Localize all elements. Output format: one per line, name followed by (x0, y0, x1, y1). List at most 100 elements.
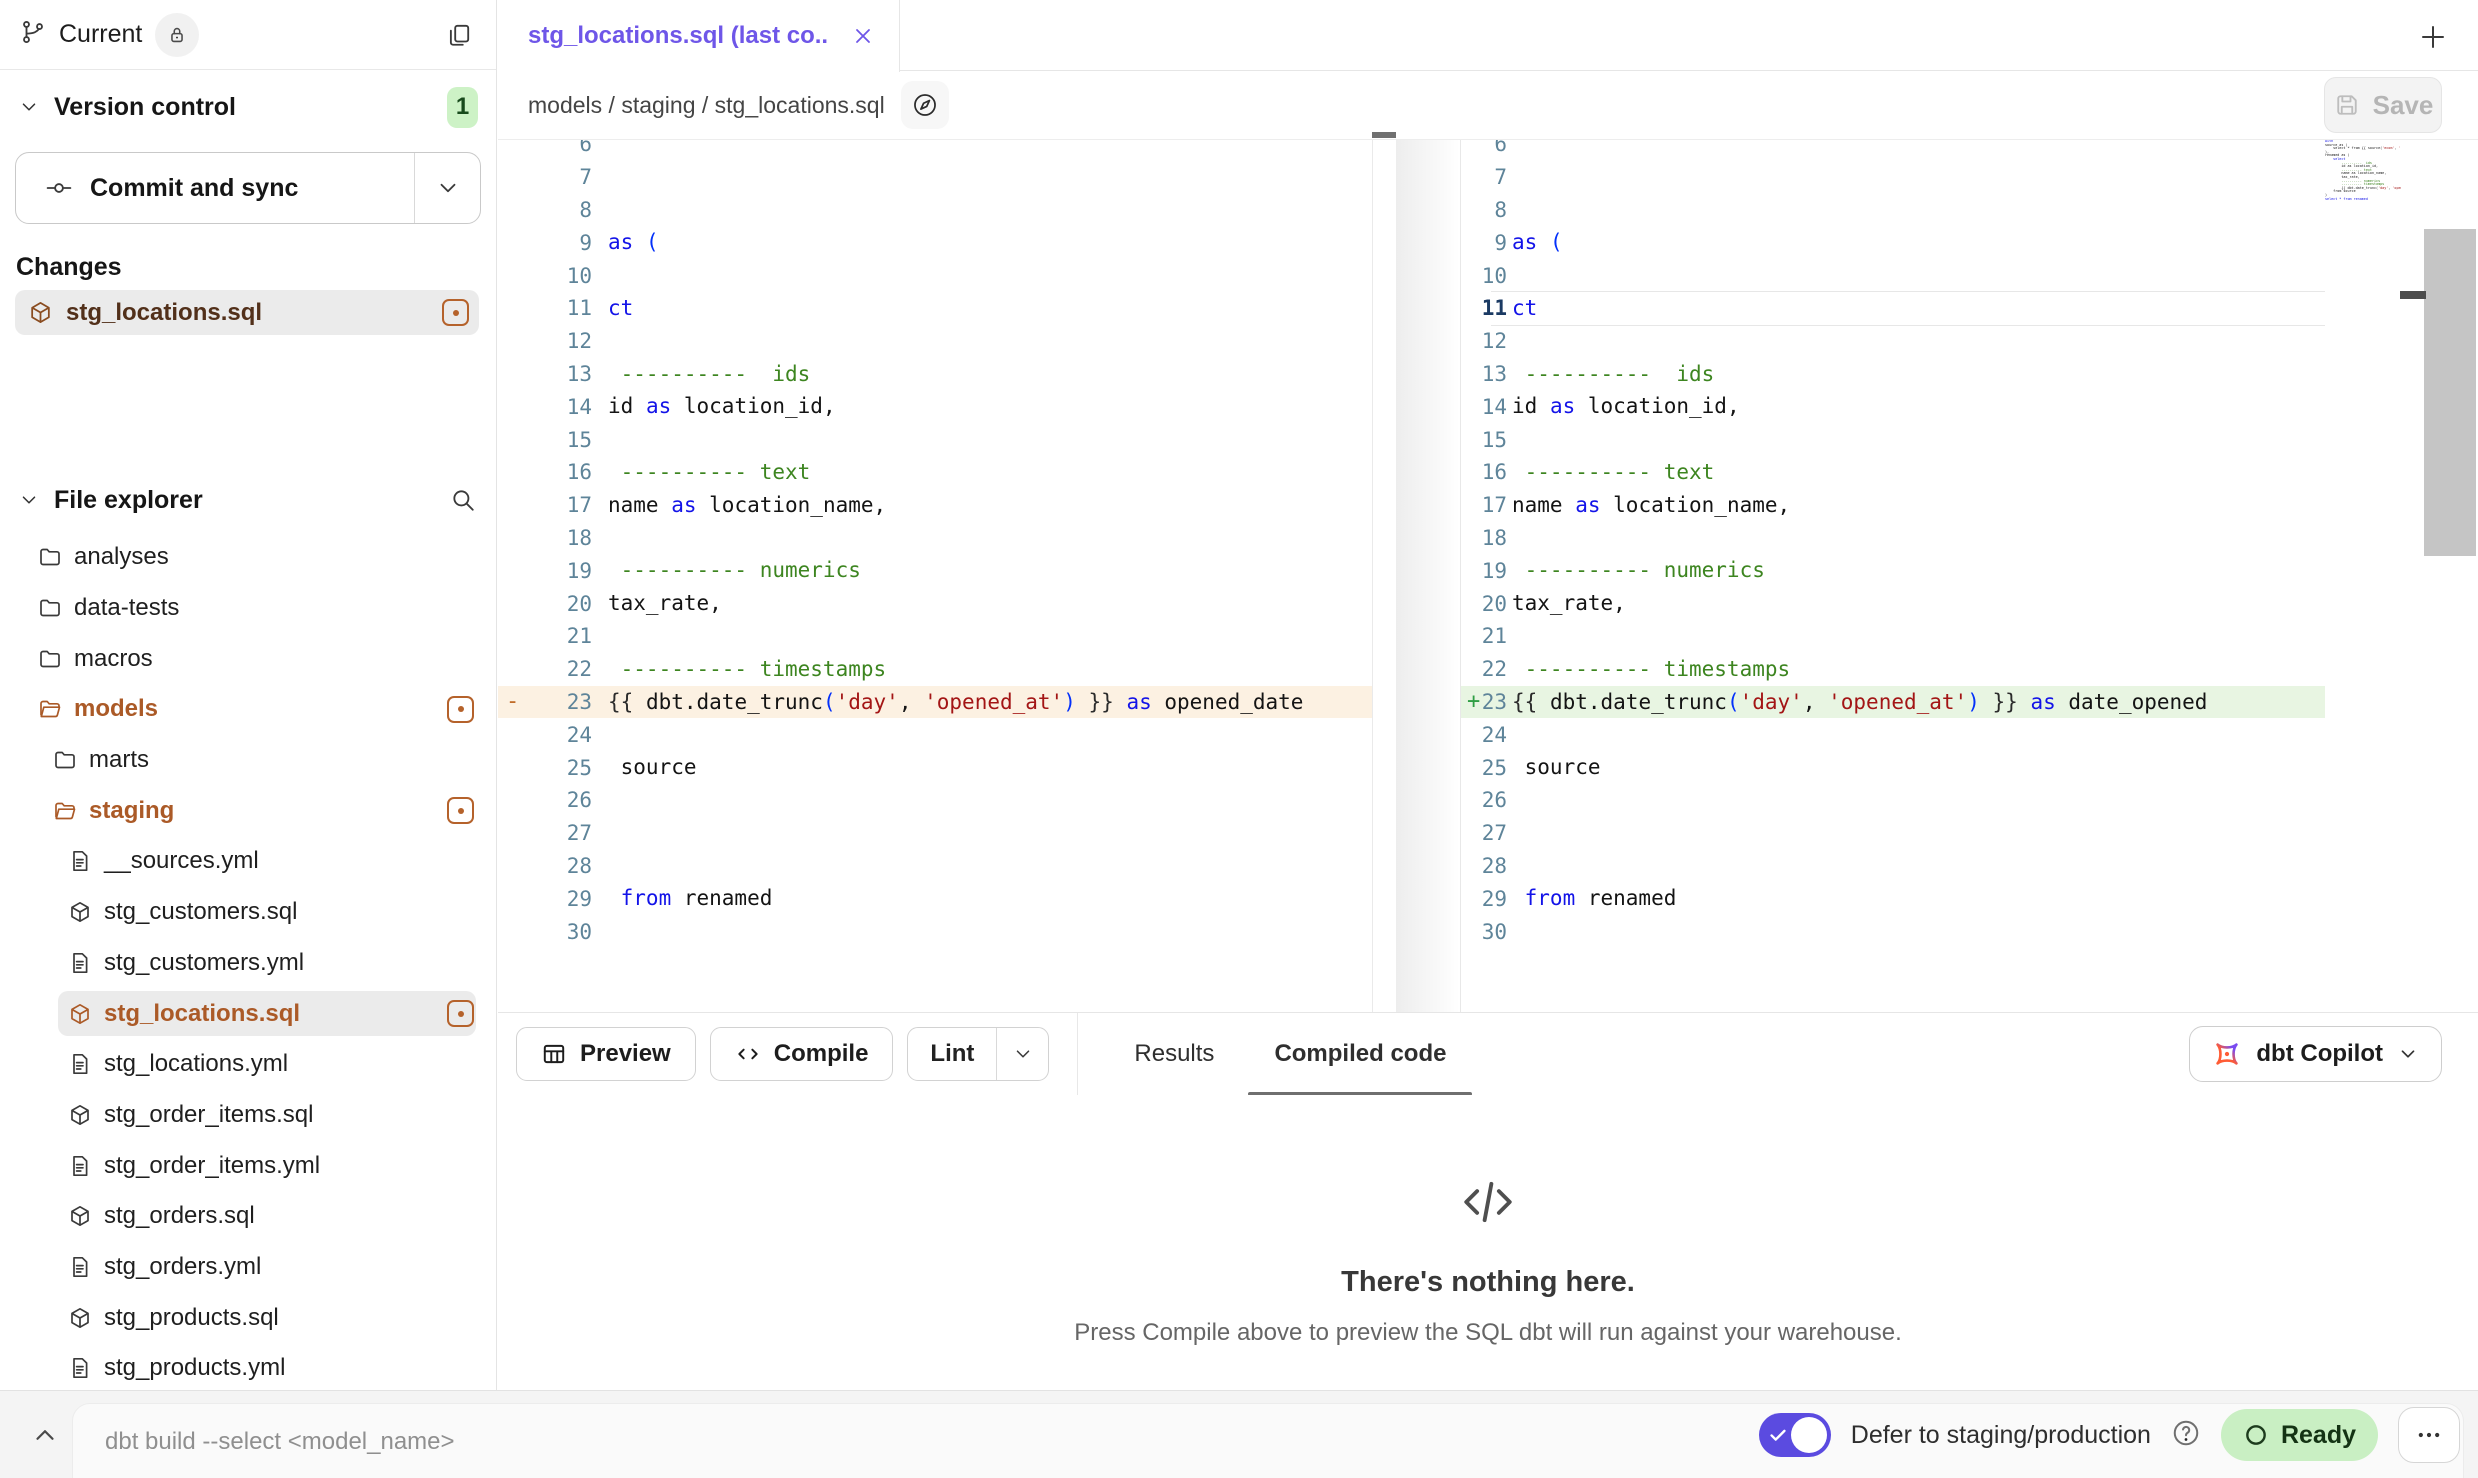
save-button[interactable]: Save (2324, 77, 2442, 133)
line-number: 25 (1481, 756, 1507, 780)
code-line-original-9[interactable]: .9as ( (498, 226, 1372, 259)
tree-item-stg_customers.sql[interactable]: stg_customers.sql (0, 887, 496, 938)
code-line-original-24[interactable]: .24 (498, 718, 1372, 751)
vertical-scrollbar[interactable] (2424, 229, 2476, 556)
more-options-button[interactable] (2398, 1407, 2460, 1463)
code-line-modified-20[interactable]: .20tax_rate, (1461, 587, 2325, 620)
code-line-original-30[interactable]: .30 (498, 915, 1372, 948)
tree-item-stg_order_items.yml[interactable]: stg_order_items.yml (0, 1140, 496, 1191)
code-line-original-21[interactable]: .21 (498, 620, 1372, 653)
tree-item-staging[interactable]: staging (0, 785, 496, 836)
expand-command-bar-button[interactable] (24, 1419, 66, 1451)
tree-item-stg_customers.yml[interactable]: stg_customers.yml (0, 938, 496, 989)
code-line-modified-19[interactable]: .19 ---------- numerics (1461, 554, 2325, 587)
code-line-modified-15[interactable]: .15 (1461, 423, 2325, 456)
tree-item-stg_products.sql[interactable]: stg_products.sql (0, 1292, 496, 1343)
code-line-modified-18[interactable]: .18 (1461, 522, 2325, 555)
code-line-modified-17[interactable]: .17name as location_name, (1461, 489, 2325, 522)
code-line-modified-14[interactable]: .14id as location_id, (1461, 390, 2325, 423)
code-line-modified-23[interactable]: +23{{ dbt.date_trunc('day', 'opened_at')… (1461, 686, 2325, 719)
code-line-modified-9[interactable]: .9as ( (1461, 226, 2325, 259)
change-item[interactable]: stg_locations.sql (15, 290, 479, 335)
code-line-modified-28[interactable]: .28 (1461, 850, 2325, 883)
code-line-modified-7[interactable]: .7 (1461, 161, 2325, 194)
code-line-modified-30[interactable]: .30 (1461, 915, 2325, 948)
code-line-original-26[interactable]: .26 (498, 784, 1372, 817)
code-line-original-20[interactable]: .20tax_rate, (498, 587, 1372, 620)
code-line-modified-29[interactable]: .29 from renamed (1461, 882, 2325, 915)
code-line-original-14[interactable]: .14id as location_id, (498, 390, 1372, 423)
tree-item-models[interactable]: models (0, 684, 496, 735)
code-line-original-25[interactable]: .25 source (498, 751, 1372, 784)
code-line-modified-8[interactable]: .8 (1461, 194, 2325, 227)
code-line-modified-26[interactable]: .26 (1461, 784, 2325, 817)
code-line-original-15[interactable]: .15 (498, 423, 1372, 456)
tree-item-data-tests[interactable]: data-tests (0, 583, 496, 634)
tree-item-stg_orders.sql[interactable]: stg_orders.sql (0, 1191, 496, 1242)
code-line-modified-21[interactable]: .21 (1461, 620, 2325, 653)
code-line-original-22[interactable]: .22 ---------- timestamps (498, 653, 1372, 686)
code-line-modified-10[interactable]: .10 (1461, 259, 2325, 292)
line-number: 20 (534, 592, 592, 616)
tree-item-stg_order_items.sql[interactable]: stg_order_items.sql (0, 1090, 496, 1141)
tree-item-macros[interactable]: macros (0, 633, 496, 684)
connection-status-badge[interactable]: Ready (2221, 1409, 2378, 1461)
lint-options-caret[interactable] (996, 1028, 1048, 1080)
tree-item-__sources.yml[interactable]: __sources.yml (0, 836, 496, 887)
help-icon[interactable] (2171, 1418, 2201, 1453)
commit-options-caret[interactable] (414, 153, 480, 223)
commit-and-sync-button[interactable]: Commit and sync (15, 152, 481, 224)
tab-compiled-code[interactable]: Compiled code (1244, 1013, 1476, 1096)
diff-pane-modified[interactable]: .6.7.8.9as (.10.11ct.12.13 ---------- id… (1460, 140, 2325, 1012)
tree-item-marts[interactable]: marts (0, 735, 496, 786)
code-line-modified-25[interactable]: .25 source (1461, 751, 2325, 784)
file-search-button[interactable] (448, 485, 478, 515)
tree-item-stg_locations.sql[interactable]: stg_locations.sql (0, 988, 496, 1039)
code-line-modified-27[interactable]: .27 (1461, 817, 2325, 850)
command-bar: Defer to staging/production Ready (0, 1390, 2478, 1478)
code-line-original-18[interactable]: .18 (498, 522, 1372, 555)
duplicate-files-button[interactable] (442, 18, 476, 52)
code-line-original-6[interactable]: .6 (498, 140, 1372, 161)
code-line-original-13[interactable]: .13 ---------- ids (498, 358, 1372, 391)
code-line-modified-11[interactable]: .11ct (1461, 292, 2325, 325)
tab-stg-locations[interactable]: stg_locations.sql (last co... (498, 0, 900, 72)
main-area: stg_locations.sql (last co... models / s… (498, 0, 2478, 1390)
code-line-original-27[interactable]: .27 (498, 817, 1372, 850)
code-line-original-7[interactable]: .7 (498, 161, 1372, 194)
code-line-original-29[interactable]: .29 from renamed (498, 882, 1372, 915)
defer-toggle[interactable] (1759, 1413, 1831, 1457)
new-tab-button[interactable] (2410, 14, 2456, 60)
close-tab-button[interactable] (849, 22, 877, 50)
code-line-original-17[interactable]: .17name as location_name, (498, 489, 1372, 522)
dbt-copilot-button[interactable]: dbt Copilot (2189, 1026, 2442, 1082)
tree-item-stg_products.yml[interactable]: stg_products.yml (0, 1343, 496, 1390)
diff-pane-original[interactable]: .6.7.8.9as (.10.11ct.12.13 ---------- id… (498, 140, 1372, 1012)
lineage-button[interactable] (901, 81, 949, 129)
code-line-modified-22[interactable]: .22 ---------- timestamps (1461, 653, 2325, 686)
minimap[interactable]: withsource as ( select * from {{ source(… (2325, 140, 2401, 210)
code-line-modified-24[interactable]: .24 (1461, 718, 2325, 751)
code-line-original-23[interactable]: -23{{ dbt.date_trunc('day', 'opened_at')… (498, 686, 1372, 719)
code-line-modified-13[interactable]: .13 ---------- ids (1461, 358, 2325, 391)
code-line-original-12[interactable]: .12 (498, 325, 1372, 358)
code-line-original-28[interactable]: .28 (498, 850, 1372, 883)
code-line-modified-6[interactable]: .6 (1461, 140, 2325, 161)
lint-button[interactable]: Lint (908, 1028, 996, 1080)
tab-results[interactable]: Results (1104, 1013, 1244, 1096)
file-explorer-header[interactable]: File explorer (0, 478, 496, 522)
code-line-original-16[interactable]: .16 ---------- text (498, 456, 1372, 489)
version-control-header[interactable]: Version control 1 (0, 86, 496, 128)
tree-item-analyses[interactable]: analyses (0, 532, 496, 583)
code-line-original-10[interactable]: .10 (498, 259, 1372, 292)
code-line-original-8[interactable]: .8 (498, 194, 1372, 227)
code-line-original-11[interactable]: .11ct (498, 292, 1372, 325)
tree-item-stg_orders.yml[interactable]: stg_orders.yml (0, 1242, 496, 1293)
preview-button[interactable]: Preview (516, 1027, 696, 1081)
code-line-modified-16[interactable]: .16 ---------- text (1461, 456, 2325, 489)
tree-item-stg_locations.yml[interactable]: stg_locations.yml (0, 1039, 496, 1090)
code-line-modified-12[interactable]: .12 (1461, 325, 2325, 358)
code-line-original-19[interactable]: .19 ---------- numerics (498, 554, 1372, 587)
compile-button[interactable]: Compile (710, 1027, 894, 1081)
table-icon (541, 1041, 567, 1067)
